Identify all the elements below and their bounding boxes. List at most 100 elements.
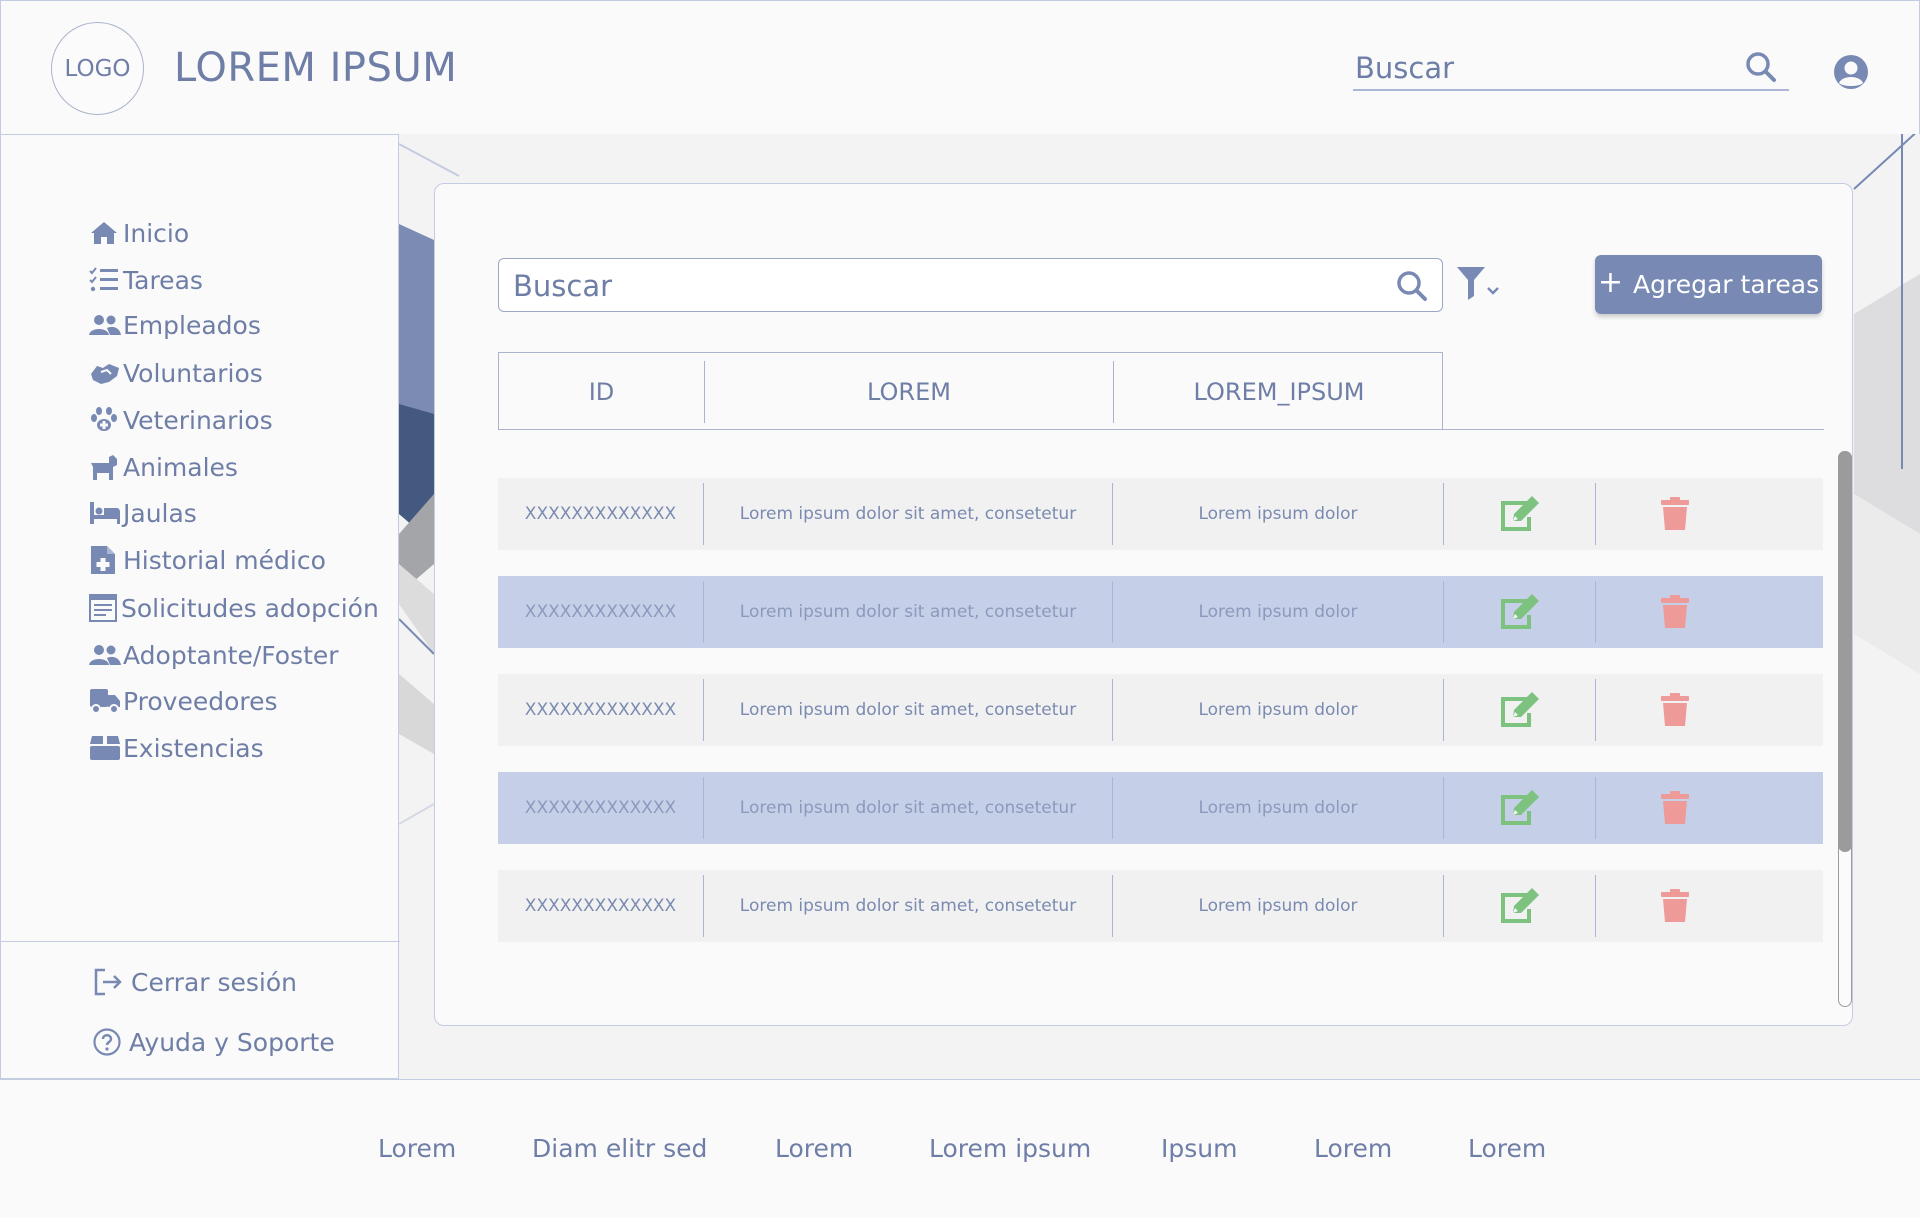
footer-link[interactable]: Ipsum <box>1161 1134 1237 1163</box>
sidebar-item-historial-medico[interactable]: Historial médico <box>89 540 326 580</box>
sidebar-item-adoptante-foster[interactable]: Adoptante/Foster <box>89 635 339 675</box>
delete-icon[interactable] <box>1596 576 1753 648</box>
sidebar-item-animales[interactable]: Animales <box>89 447 238 487</box>
edit-icon[interactable] <box>1444 576 1595 648</box>
sidebar-item-solicitudes-adopcion[interactable]: Solicitudes adopción <box>89 588 379 628</box>
edit-icon[interactable] <box>1444 772 1595 844</box>
delete-icon[interactable] <box>1596 478 1753 550</box>
logout-button[interactable]: Cerrar sesión <box>93 962 297 1002</box>
sidebar-item-existencias[interactable]: Existencias <box>89 728 264 768</box>
logout-label: Cerrar sesión <box>131 967 298 997</box>
column-header-lorem-ipsum[interactable]: LOREM_IPSUM <box>1114 361 1444 423</box>
cell-lorem: Lorem ipsum dolor sit amet, consetetur <box>739 798 1077 818</box>
bed-icon <box>89 497 123 529</box>
cell-id: XXXXXXXXXXXXX <box>524 798 677 818</box>
column-header-lorem[interactable]: LOREM <box>705 361 1113 423</box>
add-task-label: Agregar tareas <box>1633 270 1820 299</box>
table-search-input[interactable]: Buscar <box>498 258 1443 312</box>
table-row[interactable]: XXXXXXXXXXXXX Lorem ipsum dolor sit amet,… <box>498 870 1823 942</box>
edit-icon[interactable] <box>1444 870 1595 942</box>
help-support-button[interactable]: Ayuda y Soporte <box>93 1022 335 1062</box>
scrollbar-thumb[interactable] <box>1838 451 1852 852</box>
cell-lorem-ipsum: Lorem ipsum dolor <box>1198 602 1358 622</box>
cell-lorem-ipsum: Lorem ipsum dolor <box>1198 700 1358 720</box>
cell-lorem-ipsum: Lorem ipsum dolor <box>1198 504 1358 524</box>
cell-lorem: Lorem ipsum dolor sit amet, consetetur <box>739 700 1077 720</box>
user-avatar-icon[interactable] <box>1833 54 1869 94</box>
sidebar: Inicio Tareas Empleados Voluntarios Vete… <box>0 134 400 1079</box>
sidebar-item-label: Animales <box>123 452 238 482</box>
search-icon[interactable] <box>1745 51 1777 87</box>
column-header-id[interactable]: ID <box>499 361 704 423</box>
sidebar-item-label: Voluntarios <box>123 358 263 388</box>
cell-id: XXXXXXXXXXXXX <box>524 700 677 720</box>
sidebar-item-jaulas[interactable]: Jaulas <box>89 493 197 533</box>
footer-link[interactable]: Lorem <box>1314 1134 1392 1163</box>
table-row[interactable]: XXXXXXXXXXXXX Lorem ipsum dolor sit amet,… <box>498 674 1823 746</box>
help-icon <box>93 1028 129 1056</box>
header-search-input[interactable]: Buscar <box>1353 47 1789 91</box>
sidebar-item-label: Adoptante/Foster <box>123 640 339 670</box>
box-icon <box>89 732 123 764</box>
cell-id: XXXXXXXXXXXXX <box>524 602 677 622</box>
sidebar-item-empleados[interactable]: Empleados <box>89 305 261 345</box>
sidebar-divider <box>1 941 400 942</box>
cell-lorem-ipsum: Lorem ipsum dolor <box>1198 798 1358 818</box>
sidebar-item-tareas[interactable]: Tareas <box>89 260 203 300</box>
filter-icon[interactable] <box>1456 266 1504 306</box>
sidebar-item-voluntarios[interactable]: Voluntarios <box>89 353 263 393</box>
sidebar-item-label: Empleados <box>123 310 261 340</box>
footer: Lorem Diam elitr sed Lorem Lorem ipsum I… <box>0 1079 1920 1218</box>
edit-icon[interactable] <box>1444 478 1595 550</box>
people-icon <box>89 639 123 671</box>
paw-icon <box>89 404 123 436</box>
search-icon[interactable] <box>1396 270 1428 306</box>
top-header: LOGO LOREM IPSUM Buscar <box>0 0 1920 135</box>
handshake-icon <box>89 357 123 389</box>
help-label: Ayuda y Soporte <box>129 1027 335 1057</box>
sidebar-item-label: Veterinarios <box>123 405 273 435</box>
table-header: ID LOREM LOREM_IPSUM <box>498 352 1443 430</box>
truck-icon <box>89 685 123 717</box>
cell-lorem: Lorem ipsum dolor sit amet, consetetur <box>739 504 1077 524</box>
logo-text: LOGO <box>64 55 131 82</box>
cell-lorem-ipsum: Lorem ipsum dolor <box>1198 896 1358 916</box>
footer-link[interactable]: Lorem <box>378 1134 456 1163</box>
sidebar-item-label: Historial médico <box>123 545 326 575</box>
table-header-underline <box>1443 429 1824 430</box>
delete-icon[interactable] <box>1596 674 1753 746</box>
sidebar-item-label: Solicitudes adopción <box>121 593 379 623</box>
delete-icon[interactable] <box>1596 870 1753 942</box>
table-row[interactable]: XXXXXXXXXXXXX Lorem ipsum dolor sit amet,… <box>498 478 1823 550</box>
cell-lorem: Lorem ipsum dolor sit amet, consetetur <box>739 896 1077 916</box>
logout-icon <box>93 968 131 996</box>
home-icon <box>89 217 123 249</box>
dog-icon <box>89 451 123 483</box>
sidebar-item-veterinarios[interactable]: Veterinarios <box>89 400 273 440</box>
footer-link[interactable]: Diam elitr sed <box>532 1134 707 1163</box>
footer-link[interactable]: Lorem <box>775 1134 853 1163</box>
cell-id: XXXXXXXXXXXXX <box>524 504 677 524</box>
cell-lorem: Lorem ipsum dolor sit amet, consetetur <box>739 602 1077 622</box>
cell-id: XXXXXXXXXXXXX <box>524 896 677 916</box>
sidebar-item-inicio[interactable]: Inicio <box>89 213 189 253</box>
sidebar-item-proveedores[interactable]: Proveedores <box>89 681 278 721</box>
delete-icon[interactable] <box>1596 772 1753 844</box>
sidebar-item-label: Proveedores <box>123 686 278 716</box>
footer-link[interactable]: Lorem <box>1468 1134 1546 1163</box>
header-search-placeholder: Buscar <box>1355 51 1455 85</box>
edit-icon[interactable] <box>1444 674 1595 746</box>
table-row[interactable]: XXXXXXXXXXXXX Lorem ipsum dolor sit amet,… <box>498 772 1823 844</box>
table-row[interactable]: XXXXXXXXXXXXX Lorem ipsum dolor sit amet,… <box>498 576 1823 648</box>
logo[interactable]: LOGO <box>51 22 144 115</box>
sidebar-item-label: Jaulas <box>123 498 197 528</box>
form-icon <box>89 592 121 624</box>
sidebar-item-label: Tareas <box>123 265 203 295</box>
plus-icon: + <box>1597 265 1624 300</box>
sidebar-item-label: Existencias <box>123 733 264 763</box>
people-icon <box>89 309 123 341</box>
add-task-button[interactable]: + Agregar tareas <box>1595 255 1822 314</box>
footer-link[interactable]: Lorem ipsum <box>929 1134 1091 1163</box>
sidebar-item-label: Inicio <box>123 218 190 248</box>
medical-file-icon <box>89 544 123 576</box>
